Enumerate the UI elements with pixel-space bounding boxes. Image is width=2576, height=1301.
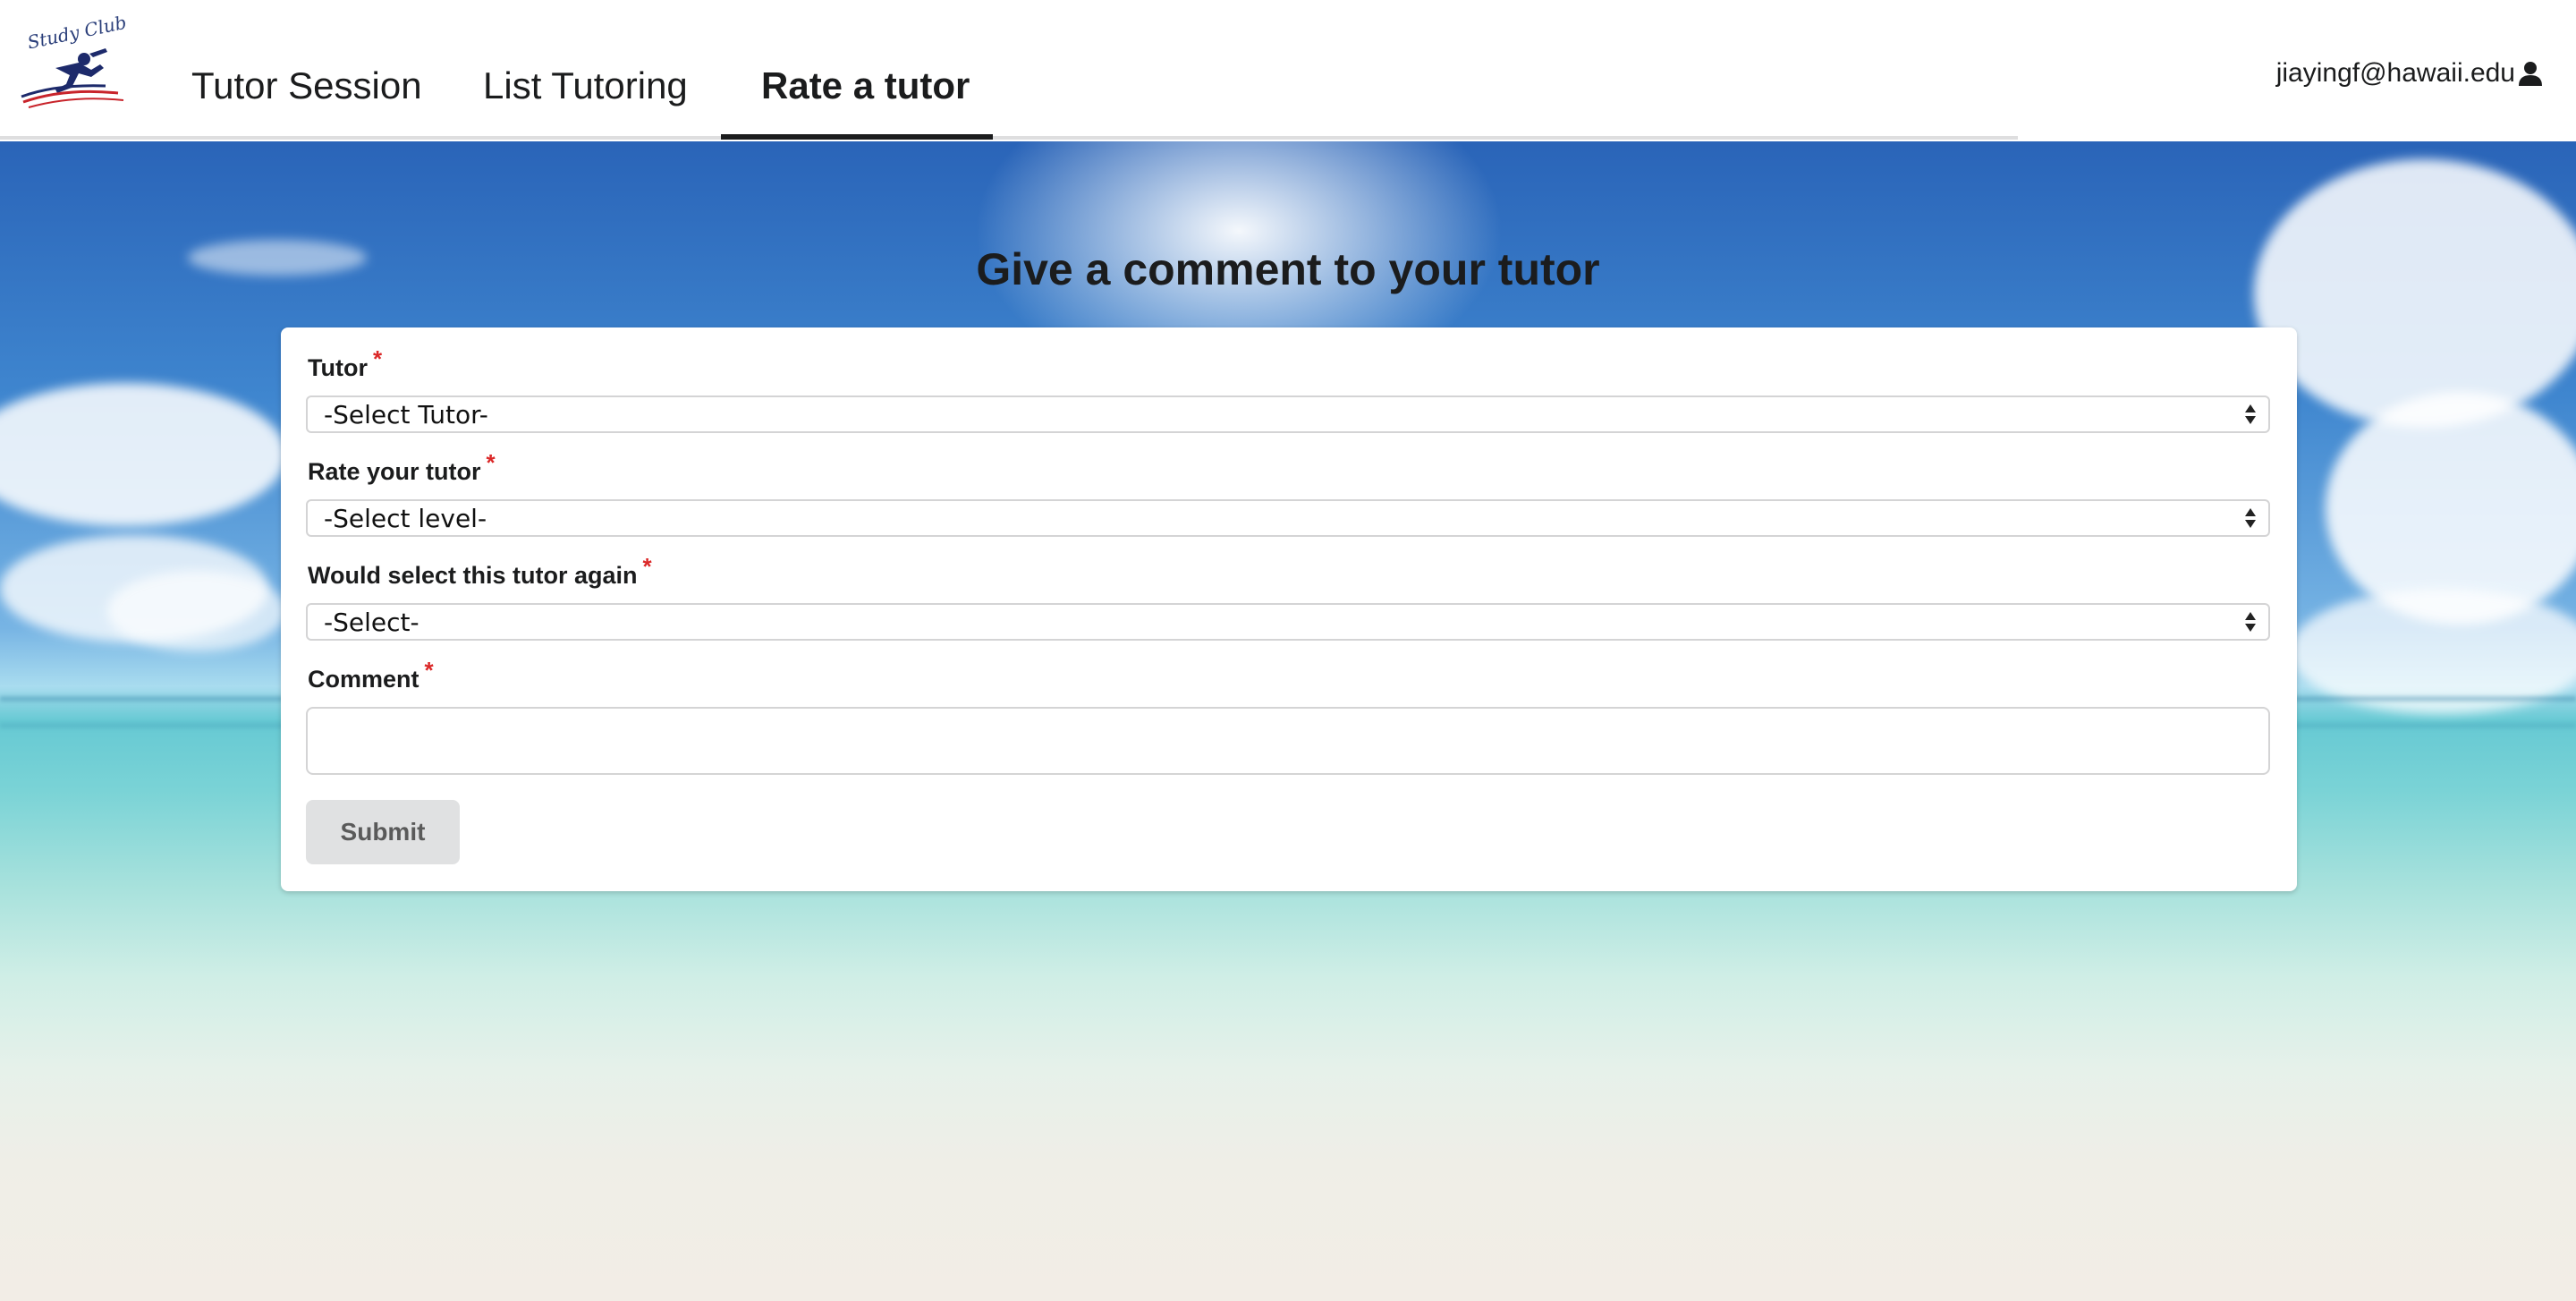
rating-level-select[interactable]: -Select level- [306,499,2270,537]
logo-text: Study Club [25,16,128,54]
nav-rate-a-tutor[interactable]: Rate a tutor [761,54,970,141]
required-asterisk: * [424,657,434,684]
nav-divider [0,136,2018,140]
required-asterisk: * [372,345,383,372]
submit-button[interactable]: Submit [306,800,460,864]
rating-level-select-value: -Select level- [324,504,487,533]
required-asterisk: * [486,449,496,476]
select-arrows-icon [2245,404,2256,424]
top-navbar: Study Club Tutor Session List Tutoring R… [0,0,2576,141]
select-arrows-icon [2245,612,2256,632]
rate-label: Rate your tutor * [308,449,496,486]
select-again-label: Would select this tutor again * [308,553,652,590]
nav-active-indicator [721,134,993,140]
rate-label-text: Rate your tutor [308,458,481,485]
comment-label: Comment * [308,657,434,693]
tutor-select-value: -Select Tutor- [324,400,488,429]
user-email: jiayingf@hawaii.edu [2275,58,2515,88]
tutor-label-text: Tutor [308,354,368,381]
tutor-label: Tutor * [308,345,382,382]
select-again-select[interactable]: -Select- [306,603,2270,641]
graduate-runner-logo-icon: Study Club [21,12,128,108]
study-club-logo[interactable]: Study Club [20,12,131,113]
user-menu[interactable]: jiayingf@hawaii.edu [2276,52,2544,95]
required-asterisk: * [642,553,652,580]
comment-label-text: Comment [308,666,419,693]
user-icon [2519,62,2542,86]
page-title: Give a comment to your tutor [976,244,1600,294]
nav-list-tutoring[interactable]: List Tutoring [483,54,688,141]
rate-tutor-form: Tutor * -Select Tutor- Rate your tutor * -… [281,327,2297,891]
select-again-select-value: -Select- [324,608,419,637]
select-arrows-icon [2245,508,2256,528]
select-again-label-text: Would select this tutor again [308,562,638,589]
comment-textarea[interactable] [306,707,2270,775]
nav-tutor-session[interactable]: Tutor Session [191,54,422,141]
tutor-select[interactable]: -Select Tutor- [306,395,2270,433]
